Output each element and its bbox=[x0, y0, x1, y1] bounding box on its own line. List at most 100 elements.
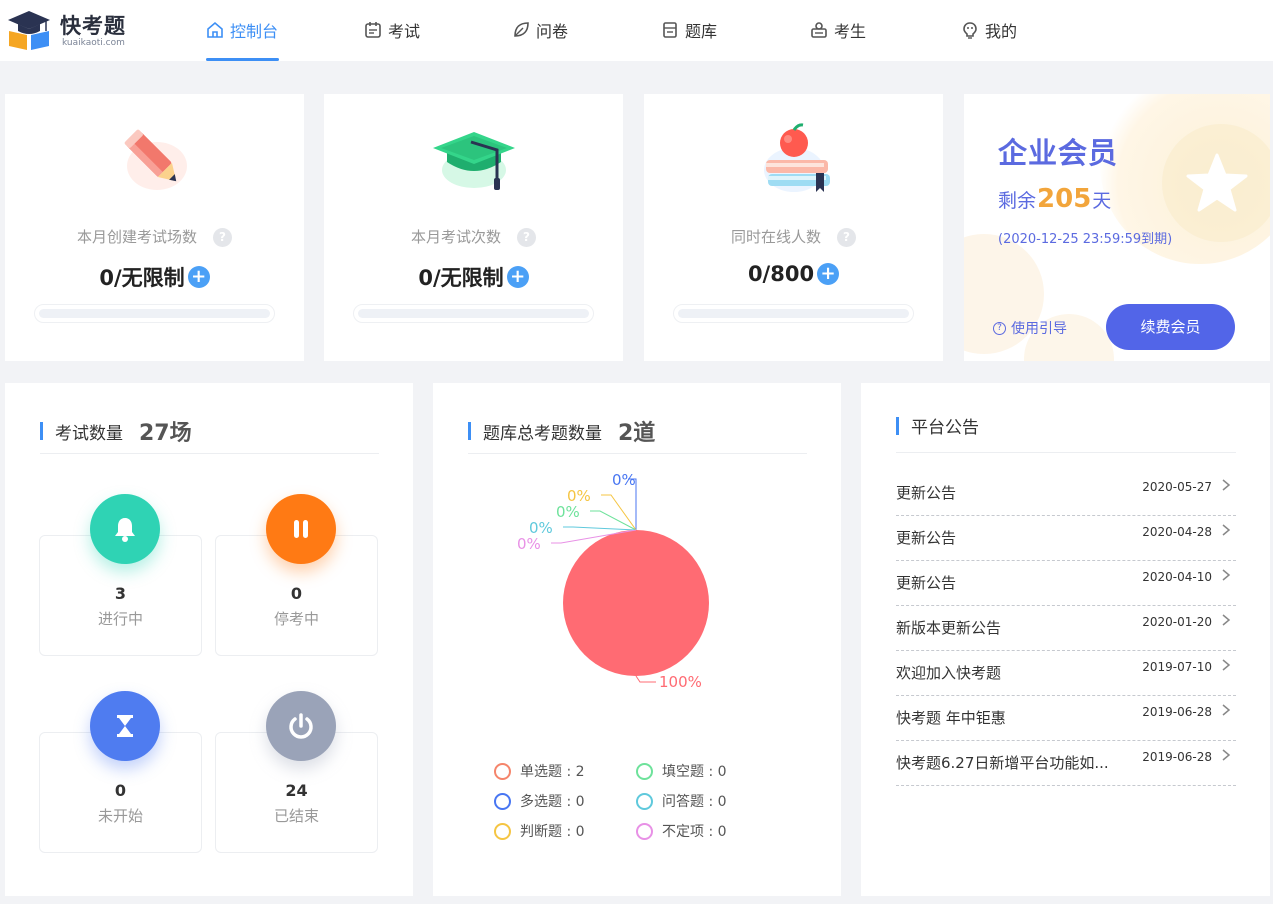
book-icon bbox=[663, 22, 677, 38]
pie-label: 0% bbox=[612, 473, 636, 489]
question-circle-icon: ? bbox=[993, 321, 1006, 335]
exam-status-label: 未开始 bbox=[97, 807, 143, 825]
stat-label: 同时在线人数 bbox=[730, 228, 821, 246]
chevron-right-icon bbox=[1222, 569, 1231, 581]
progress-bar bbox=[673, 304, 914, 323]
pencil-icon bbox=[124, 129, 187, 190]
nav-label: 题库 bbox=[685, 22, 718, 41]
exam-status-count: 0 bbox=[290, 584, 303, 603]
stat-card-exam-times: 本月考试次数? 0/无限制 + bbox=[324, 94, 623, 361]
progress-bar bbox=[353, 304, 594, 323]
member-card: 企业会员 剩余 205 天 (2020-12-25 23:59:59到期) ? … bbox=[964, 94, 1270, 361]
star-icon bbox=[1186, 153, 1248, 212]
chevron-right-icon bbox=[1222, 524, 1231, 536]
nav-question-bank[interactable]: 题库 bbox=[661, 18, 717, 42]
notice-item[interactable]: 新版本更新公告 2020-01-20 bbox=[896, 606, 1236, 651]
legend-item: 填空题 : 0 bbox=[636, 761, 727, 781]
add-icon[interactable]: + bbox=[817, 263, 840, 285]
member-remaining: 剩余 205 天 bbox=[998, 184, 1112, 214]
pause-icon bbox=[266, 494, 336, 564]
question-bank-panel: 题库总考题数量 2道 100% 0% 0% 0% 0% 0% 单选题 : 2 填空题 : … bbox=[433, 383, 841, 896]
logo-subtitle: kuaikaoti.com bbox=[62, 38, 125, 48]
exam-status-label: 已结束 bbox=[273, 807, 319, 825]
nav-label: 问卷 bbox=[536, 22, 569, 41]
pie-label: 100% bbox=[659, 673, 702, 691]
chevron-right-icon bbox=[1222, 749, 1231, 761]
hourglass-icon bbox=[90, 691, 160, 761]
pie-label: 0% bbox=[517, 535, 541, 553]
stat-value: 0/无限制 bbox=[99, 266, 185, 290]
member-expire-date: (2020-12-25 23:59:59到期) bbox=[998, 232, 1173, 247]
logo-icon bbox=[8, 11, 50, 50]
stat-value: 0/800 bbox=[747, 262, 815, 286]
exam-status-label: 进行中 bbox=[97, 610, 143, 628]
stat-value: 0/无限制 bbox=[418, 266, 504, 290]
stat-label: 本月创建考试场数 bbox=[76, 228, 197, 246]
help-icon[interactable]: ? bbox=[517, 228, 536, 247]
nav-label: 控制台 bbox=[230, 22, 279, 41]
calendar-icon bbox=[365, 22, 381, 38]
exam-status-count: 3 bbox=[114, 584, 127, 603]
user-card-icon bbox=[811, 22, 827, 38]
legend-item: 单选题 : 2 bbox=[494, 761, 585, 781]
logo[interactable]: 快考题 kuaikaoti.com bbox=[6, 9, 136, 51]
power-icon bbox=[266, 691, 336, 761]
add-icon[interactable]: + bbox=[187, 266, 210, 288]
notice-item[interactable]: 更新公告 2020-04-10 bbox=[896, 561, 1236, 606]
add-icon[interactable]: + bbox=[506, 266, 529, 288]
remaining-days: 205 bbox=[1037, 184, 1092, 214]
stat-card-exams-created: 本月创建考试场数? 0/无限制 + bbox=[5, 94, 304, 361]
notice-item[interactable]: 快考题 年中钜惠 2019-06-28 bbox=[896, 696, 1236, 741]
panel-title: 考试数量 bbox=[55, 423, 123, 444]
nav-examinee[interactable]: 考生 bbox=[810, 18, 866, 42]
legend-item: 多选题 : 0 bbox=[494, 791, 585, 811]
lightbulb-icon bbox=[963, 22, 977, 39]
top-header: 快考题 kuaikaoti.com 控制台 考试 问卷 题库 考生 我的 bbox=[0, 0, 1273, 61]
progress-bar bbox=[34, 304, 275, 323]
chevron-right-icon bbox=[1222, 704, 1231, 716]
nav-label: 我的 bbox=[985, 22, 1018, 41]
exam-status-count: 0 bbox=[114, 781, 127, 800]
nav-console[interactable]: 控制台 bbox=[206, 18, 278, 42]
exam-total-count: 27场 bbox=[139, 421, 192, 446]
platform-notices-panel: 平台公告 更新公告 2020-05-27 更新公告 2020-04-28 更新公告 2… bbox=[861, 383, 1270, 896]
leaf-icon bbox=[514, 22, 529, 37]
renew-membership-button[interactable]: 续费会员 bbox=[1106, 304, 1235, 350]
panel-title: 题库总考题数量 bbox=[483, 423, 602, 444]
exam-status-label: 停考中 bbox=[273, 610, 319, 628]
nav-label: 考生 bbox=[834, 22, 867, 41]
usage-guide-link[interactable]: ? 使用引导 bbox=[993, 318, 1067, 338]
notice-item[interactable]: 更新公告 2020-05-27 bbox=[896, 471, 1236, 516]
question-total-count: 2道 bbox=[618, 421, 656, 446]
nav-label: 考试 bbox=[388, 22, 421, 41]
question-type-pie-chart: 100%0%0%0%0%0% bbox=[517, 473, 709, 691]
help-icon[interactable]: ? bbox=[213, 228, 232, 247]
stat-card-online-users: 同时在线人数? 0/800 + bbox=[644, 94, 943, 361]
member-title: 企业会员 bbox=[998, 136, 1119, 170]
notice-item[interactable]: 快考题6.27日新增平台功能如... 2019-06-28 bbox=[896, 741, 1236, 786]
exam-status-count: 24 bbox=[285, 781, 308, 800]
pie-slice-单选题[interactable] bbox=[563, 530, 709, 676]
apple-books-icon bbox=[763, 123, 830, 192]
nav-survey[interactable]: 问卷 bbox=[512, 18, 568, 42]
notice-item[interactable]: 欢迎加入快考题 2019-07-10 bbox=[896, 651, 1236, 696]
chevron-right-icon bbox=[1222, 479, 1231, 491]
notice-item[interactable]: 更新公告 2020-04-28 bbox=[896, 516, 1236, 561]
nav-mine[interactable]: 我的 bbox=[961, 18, 1017, 42]
stat-label: 本月考试次数 bbox=[410, 228, 501, 246]
panel-title: 平台公告 bbox=[911, 418, 979, 438]
exam-count-panel: 考试数量 27场 3 进行中 0 停考中 0 未开始 24 已结束 bbox=[5, 383, 413, 896]
bell-icon bbox=[90, 494, 160, 564]
logo-text: 快考题 bbox=[60, 14, 126, 38]
chevron-right-icon bbox=[1222, 614, 1231, 626]
notice-list: 更新公告 2020-05-27 更新公告 2020-04-28 更新公告 2020-0… bbox=[896, 471, 1236, 786]
chevron-right-icon bbox=[1222, 659, 1231, 671]
nav-exam[interactable]: 考试 bbox=[364, 18, 420, 42]
help-icon[interactable]: ? bbox=[837, 228, 856, 247]
legend-item: 不定项 : 0 bbox=[636, 821, 727, 841]
graduation-cap-icon bbox=[432, 132, 515, 190]
legend-item: 问答题 : 0 bbox=[636, 791, 727, 811]
nav-active-indicator bbox=[206, 58, 279, 61]
legend-item: 判断题 : 0 bbox=[494, 821, 585, 841]
pie-leader-line bbox=[635, 675, 656, 683]
